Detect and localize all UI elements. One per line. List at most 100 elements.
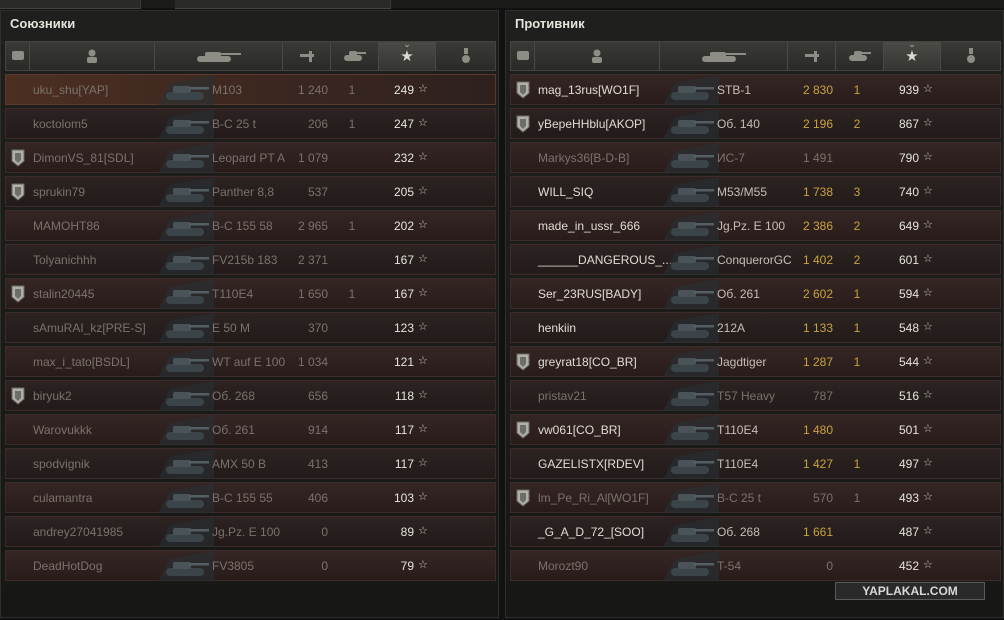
tab-3[interactable] <box>300 0 391 9</box>
mastery-badge-icon <box>516 115 530 133</box>
tank-name: Panther 8,8 <box>212 185 275 199</box>
damage-value: 2 602 <box>802 287 833 301</box>
hdr-kills[interactable] <box>331 42 379 70</box>
player-row[interactable]: uku_shu[YAP] M103 1 240 1 249 ☆ <box>5 74 496 105</box>
damage-value: 1 738 <box>802 185 833 199</box>
player-row[interactable]: henkiin 212A 1 133 1 548 ☆ <box>510 312 1001 343</box>
tank-name: FV215b 183 <box>212 253 278 267</box>
player-name: greyrat18[CO_BR] <box>538 355 637 369</box>
xp-value: 594 <box>898 287 919 301</box>
player-row[interactable]: sAmuRAI_kz[PRE-S] E 50 M 370 123 ☆ <box>5 312 496 343</box>
tank-silhouette-icon <box>158 75 214 105</box>
tank-silhouette-icon <box>663 143 719 173</box>
kills-value: 2 <box>853 117 861 131</box>
star-icon: ☆ <box>418 525 428 537</box>
tank-name: M53/M55 <box>717 185 768 199</box>
damage-value: 1 133 <box>802 321 833 335</box>
player-row[interactable]: WILL_SIQ M53/M55 1 738 3 740 ☆ <box>510 176 1001 207</box>
medal-icon <box>966 48 975 63</box>
hdr-player[interactable] <box>535 42 660 70</box>
tank-name: FV3805 <box>212 559 255 573</box>
hdr-damage[interactable] <box>283 42 331 70</box>
player-name: sAmuRAI_kz[PRE-S] <box>33 321 146 335</box>
player-row[interactable]: mag_13rus[WO1F] STB-1 2 830 1 939 ☆ <box>510 74 1001 105</box>
player-name: WILL_SIQ <box>538 185 594 199</box>
player-row[interactable]: stalin20445 T110E4 1 650 1 167 ☆ <box>5 278 496 309</box>
tank-name: Об. 261 <box>212 423 255 437</box>
player-row[interactable]: DeadHotDog FV3805 0 79 ☆ <box>5 550 496 581</box>
star-icon: ☆ <box>418 321 428 333</box>
player-row[interactable]: Ser_23RUS[BADY] Об. 261 2 602 1 594 ☆ <box>510 278 1001 309</box>
damage-value: 2 965 <box>297 219 328 233</box>
star-icon: ☆ <box>923 185 933 197</box>
xp-value: 493 <box>898 491 919 505</box>
player-row[interactable]: lm_Pe_Ri_Al[WO1F] B-C 25 t 570 1 493 ☆ <box>510 482 1001 513</box>
player-row[interactable]: andrey27041985 Jg.Pz. E 100 0 89 ☆ <box>5 516 496 547</box>
mastery-badge-icon <box>11 285 25 303</box>
xp-value: 205 <box>393 185 414 199</box>
hdr-tank[interactable] <box>660 42 788 70</box>
player-row[interactable]: Markys36[B-D-B] ИС-7 1 491 790 ☆ <box>510 142 1001 173</box>
player-row[interactable]: biryuk2 Об. 268 656 118 ☆ <box>5 380 496 411</box>
hdr-xp[interactable]: ⌄ ★ <box>884 39 941 70</box>
hdr-medal[interactable] <box>436 42 495 70</box>
tank-silhouette-icon <box>663 517 719 547</box>
hdr-badge[interactable] <box>511 42 535 70</box>
kills-tank-icon <box>848 51 871 61</box>
player-row[interactable]: culamantra B-C 155 55 406 103 ☆ <box>5 482 496 513</box>
player-name: Morozt90 <box>538 559 589 573</box>
player-name: vw061[CO_BR] <box>538 423 621 437</box>
player-row[interactable]: koctolom5 B-C 25 t 206 1 247 ☆ <box>5 108 496 139</box>
hdr-player[interactable] <box>30 42 155 70</box>
tank-silhouette-icon <box>663 347 719 377</box>
player-row[interactable]: spodvignik AMX 50 B 413 117 ☆ <box>5 448 496 479</box>
player-name: sprukin79 <box>33 185 86 199</box>
player-row[interactable]: vw061[CO_BR] T110E4 1 480 501 ☆ <box>510 414 1001 445</box>
medal-icon <box>461 48 470 63</box>
player-row[interactable]: yBepeHHblu[AKOP] Об. 140 2 196 2 867 ☆ <box>510 108 1001 139</box>
tank-icon <box>701 52 746 62</box>
damage-value: 1 402 <box>802 253 833 267</box>
player-row[interactable]: pristav21 T57 Heavy 787 516 ☆ <box>510 380 1001 411</box>
player-row[interactable]: Warovukkk Об. 261 914 117 ☆ <box>5 414 496 445</box>
tank-name: ИС-7 <box>717 151 745 165</box>
star-icon: ☆ <box>418 457 428 469</box>
tank-silhouette-icon <box>158 211 214 241</box>
player-row[interactable]: greyrat18[CO_BR] Jagdtiger 1 287 1 544 ☆ <box>510 346 1001 377</box>
mastery-badge-icon <box>11 387 25 405</box>
tab-2[interactable] <box>175 0 301 9</box>
kills-value: 1 <box>348 287 356 301</box>
xp-value: 548 <box>898 321 919 335</box>
player-name: uku_shu[YAP] <box>33 83 109 97</box>
player-row[interactable]: DimonVS_81[SDL] Leopard PT A1 079 232 ☆ <box>5 142 496 173</box>
player-row[interactable]: sprukin79 Panther 8,8 537 205 ☆ <box>5 176 496 207</box>
tab-1[interactable] <box>0 0 141 9</box>
tank-silhouette-icon <box>663 177 719 207</box>
player-row[interactable]: Tolyanichhh FV215b 183 2 371 167 ☆ <box>5 244 496 275</box>
hdr-damage[interactable] <box>788 42 836 70</box>
enemies-title: Противник <box>515 16 585 31</box>
player-row[interactable]: made_in_ussr_666 Jg.Pz. E 100 2 386 2 649 ☆ <box>510 210 1001 241</box>
hdr-xp[interactable]: ⌄ ★ <box>379 39 436 70</box>
player-row[interactable]: Morozt90 T-54 0 452 ☆ <box>510 550 1001 581</box>
player-row[interactable]: max_i_tato[BSDL] WT auf E 100 1 034 121 ☆ <box>5 346 496 377</box>
kills-value: 1 <box>348 83 356 97</box>
tank-silhouette-icon <box>158 415 214 445</box>
tank-name: Об. 261 <box>717 287 760 301</box>
xp-value: 167 <box>393 253 414 267</box>
tank-silhouette-icon <box>158 381 214 411</box>
hdr-tank[interactable] <box>155 42 283 70</box>
player-row[interactable]: GAZELISTX[RDEV] T110E4 1 427 1 497 ☆ <box>510 448 1001 479</box>
tank-name: T110E4 <box>717 457 759 471</box>
player-row[interactable]: ______DANGEROUS_... ConquerorGC 1 402 2 601 ☆ <box>510 244 1001 275</box>
hdr-kills[interactable] <box>836 42 884 70</box>
xp-value: 167 <box>393 287 414 301</box>
hdr-medal[interactable] <box>941 42 1000 70</box>
star-icon: ☆ <box>418 83 428 95</box>
hdr-badge[interactable] <box>6 42 30 70</box>
damage-icon <box>299 51 314 62</box>
player-name: DeadHotDog <box>33 559 103 573</box>
player-row[interactable]: MAMOHT86 B-C 155 58 2 965 1 202 ☆ <box>5 210 496 241</box>
player-row[interactable]: _G_A_D_72_[SOO] Об. 268 1 661 487 ☆ <box>510 516 1001 547</box>
xp-value: 121 <box>393 355 414 369</box>
